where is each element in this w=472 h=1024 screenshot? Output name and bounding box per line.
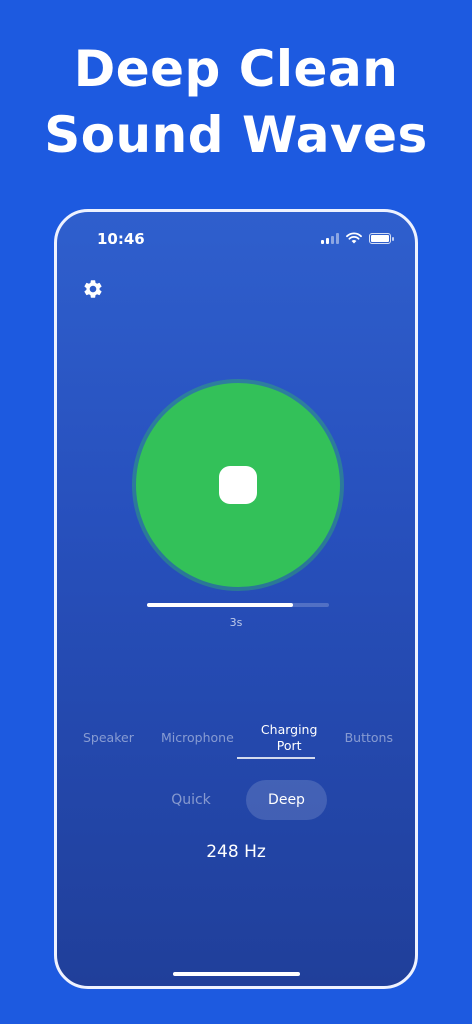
battery-icon bbox=[369, 232, 394, 244]
status-time: 10:46 bbox=[97, 230, 145, 248]
tab-speaker[interactable]: Speaker bbox=[83, 730, 134, 746]
frequency-readout: 248 Hz bbox=[206, 842, 266, 862]
phone-frame: 10:46 3s Speaker Microphone Charging Por… bbox=[54, 209, 418, 989]
tab-buttons[interactable]: Buttons bbox=[345, 730, 393, 746]
progress-fill bbox=[147, 603, 293, 607]
progress-bar bbox=[147, 603, 329, 607]
signal-icon bbox=[321, 232, 339, 244]
wifi-icon bbox=[346, 232, 362, 244]
tab-charging-port[interactable]: Charging Port bbox=[261, 722, 318, 754]
mode-deep-button[interactable]: Deep bbox=[246, 780, 327, 820]
clean-toggle-button[interactable] bbox=[136, 383, 340, 587]
tab-microphone[interactable]: Microphone bbox=[161, 730, 234, 746]
elapsed-time: 3s bbox=[229, 616, 243, 629]
stop-icon bbox=[219, 466, 257, 504]
headline-line-2: Sound Waves bbox=[44, 106, 428, 164]
mode-quick-button[interactable]: Quick bbox=[151, 780, 231, 820]
headline-line-1: Deep Clean bbox=[73, 40, 399, 98]
gear-icon[interactable] bbox=[82, 278, 104, 300]
home-indicator[interactable] bbox=[173, 972, 300, 976]
headline: Deep Clean Sound Waves bbox=[0, 36, 472, 168]
active-tab-underline bbox=[237, 757, 315, 759]
target-tabs: Speaker Microphone Charging Port Buttons bbox=[83, 722, 393, 754]
status-icons bbox=[321, 232, 394, 244]
